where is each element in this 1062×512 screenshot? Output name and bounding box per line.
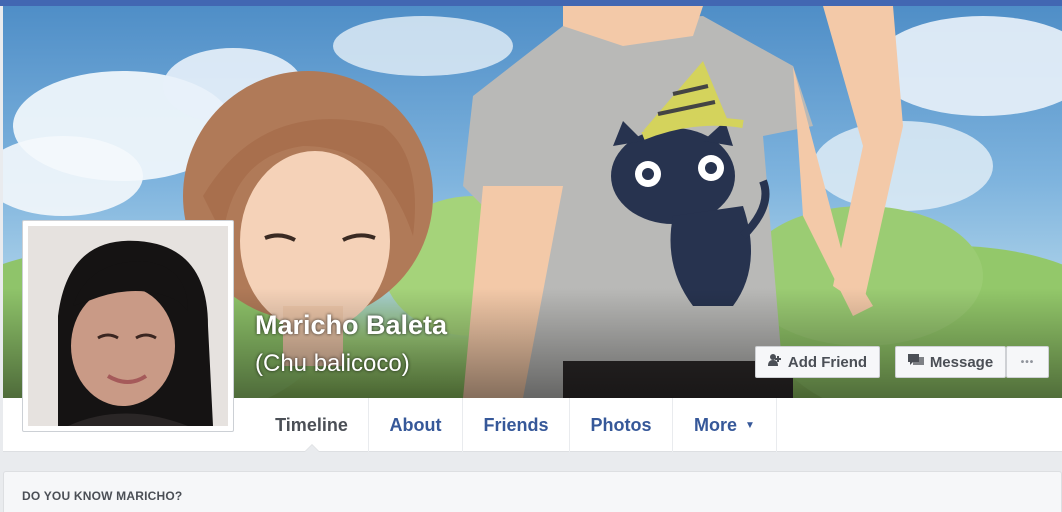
tab-about-label: About xyxy=(389,414,442,435)
tab-timeline[interactable]: Timeline xyxy=(255,398,369,452)
know-user-card: DO YOU KNOW MARICHO? xyxy=(3,471,1062,512)
tab-photos-label: Photos xyxy=(590,414,652,435)
tab-more[interactable]: More ▼ xyxy=(673,398,777,452)
profile-alternate-name: (Chu balicoco) xyxy=(255,350,410,377)
active-tab-indicator xyxy=(303,444,320,452)
profile-picture[interactable] xyxy=(22,220,234,432)
tab-more-label: More xyxy=(694,414,738,435)
message-button[interactable]: Message xyxy=(895,346,1006,378)
profile-photo-image xyxy=(28,226,228,426)
message-label: Message xyxy=(929,353,994,371)
more-options-button[interactable]: ••• xyxy=(1006,346,1049,378)
profile-name[interactable]: Maricho Baleta xyxy=(255,310,447,341)
tab-about[interactable]: About xyxy=(369,398,463,452)
tab-friends[interactable]: Friends xyxy=(463,398,570,452)
card-title: DO YOU KNOW MARICHO? xyxy=(22,489,183,503)
add-friend-icon xyxy=(767,353,782,371)
tab-friends-label: Friends xyxy=(483,414,549,435)
tab-timeline-label: Timeline xyxy=(275,414,348,435)
tab-photos[interactable]: Photos xyxy=(570,398,673,452)
profile-photo xyxy=(28,226,228,426)
chevron-down-icon: ▼ xyxy=(745,419,755,431)
message-icon xyxy=(907,353,924,371)
add-friend-button[interactable]: Add Friend xyxy=(755,346,880,378)
more-options-icon: ••• xyxy=(1020,356,1035,368)
add-friend-label: Add Friend xyxy=(787,353,868,371)
